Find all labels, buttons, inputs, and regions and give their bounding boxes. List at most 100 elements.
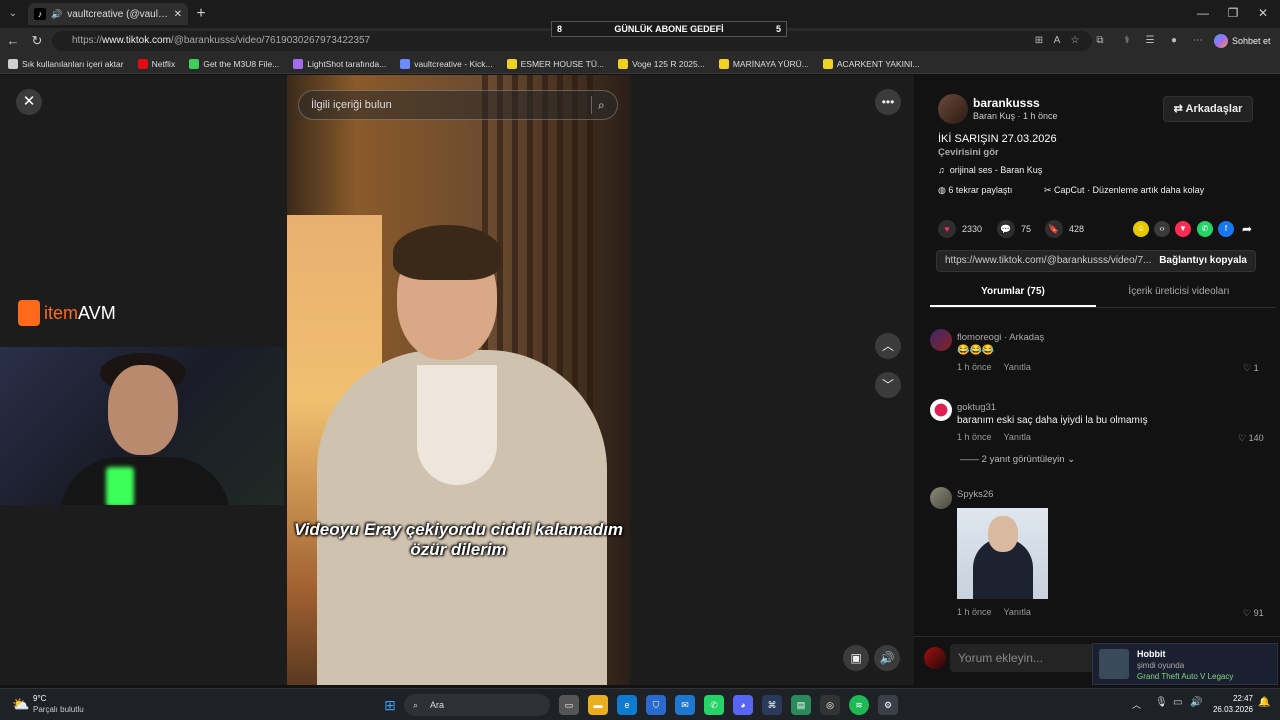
minimize-button[interactable]: — — [1188, 6, 1218, 20]
reply-button[interactable]: Yanıtla — [1004, 432, 1031, 442]
microphone-icon[interactable]: 🎙 — [1155, 697, 1168, 708]
share-arrow-icon[interactable]: ➦ — [1239, 221, 1255, 237]
tab-list-icon[interactable]: ⌄ — [5, 6, 21, 22]
comment-like-button[interactable]: ♡ 91 — [1243, 608, 1264, 619]
comment-author[interactable]: flomoreogi · Arkadaş — [957, 332, 1044, 343]
view-replies-link[interactable]: —— 2 yanıt görüntüleyin ⌄ — [960, 454, 1075, 465]
profile-avatar-icon[interactable]: ● — [1167, 34, 1181, 48]
speaker-tray-icon[interactable]: 🔊 — [1190, 697, 1202, 708]
previous-video-chevron-up-icon[interactable]: ︿ — [875, 333, 901, 359]
bookmark-item[interactable]: Sık kullanılanları içeri aktar — [8, 58, 124, 69]
app-icon-2[interactable]: ▤ — [791, 695, 811, 715]
bookmark-item[interactable]: Voge 125 R 2025... — [618, 58, 705, 69]
comment-like-button[interactable]: ♡ 140 — [1238, 433, 1264, 444]
whatsapp-taskbar-icon[interactable]: ✆ — [704, 695, 724, 715]
see-translation-link[interactable]: Çevirisini gör — [938, 147, 999, 158]
bookmark-favicon-icon — [137, 58, 148, 69]
notification-bell-icon[interactable]: 🔔 — [1258, 697, 1270, 708]
more-menu-icon[interactable]: ⋯ — [1191, 34, 1205, 48]
browser-essentials-icon[interactable]: ⚕ — [1120, 34, 1134, 48]
friends-button[interactable]: ⇄ Arkadaşlar — [1163, 96, 1253, 122]
bookmark-item[interactable]: MARİNAYA YÜRÜ... — [718, 58, 809, 69]
mail-icon[interactable]: ✉ — [675, 695, 695, 715]
network-icon[interactable]: ▭ — [1173, 697, 1182, 708]
comment-text: baranım eski saç daha iyiydi la bu olmam… — [957, 415, 1148, 426]
author-username[interactable]: barankusss — [973, 96, 1040, 110]
comment-author[interactable]: Spyks26 — [957, 489, 993, 500]
facebook-icon[interactable]: f — [1218, 221, 1234, 237]
tray-chevron-up-icon[interactable]: ︿ — [1132, 698, 1141, 711]
video-player[interactable]: Videoyu Eray çekiyordu ciddi kalamadım ö… — [287, 75, 630, 685]
comment-author[interactable]: goktug31 — [957, 402, 996, 413]
sound-link[interactable]: ♫ orijinal ses - Baran Kuş — [938, 165, 1042, 175]
save-button[interactable]: 🔖 428 — [1045, 220, 1084, 238]
share-kakao-icon[interactable]: ☺ — [1133, 221, 1149, 237]
bookmark-item[interactable]: ACARKENT YAKINI... — [822, 58, 920, 69]
next-video-chevron-down-icon[interactable]: ﹀ — [875, 372, 901, 398]
task-view-icon[interactable]: ▭ — [559, 695, 579, 715]
close-video-button[interactable]: ✕ — [16, 89, 42, 115]
like-button[interactable]: ♥ 2330 — [938, 220, 982, 238]
bookmark-icon: 🔖 — [1045, 220, 1063, 238]
app-install-icon[interactable]: ⊞ — [1032, 34, 1046, 48]
store-icon[interactable]: ⛉ — [646, 695, 666, 715]
related-content-search[interactable]: İlgili içeriği bulun ⌕ — [298, 90, 618, 120]
favorite-star-icon[interactable]: ☆ — [1068, 34, 1082, 48]
send-to-friends-icon[interactable]: ▼ — [1175, 221, 1191, 237]
copy-link-button[interactable]: Bağlantıyı kopyala — [1159, 251, 1247, 271]
reply-button[interactable]: Yanıtla — [1004, 362, 1031, 372]
bookmark-item[interactable]: vaultcreative - Kick... — [400, 58, 493, 69]
new-tab-button[interactable]: + — [192, 5, 210, 23]
reply-button[interactable]: Yanıtla — [1004, 607, 1031, 617]
miniplayer-icon[interactable]: ▣ — [843, 645, 869, 671]
refresh-icon[interactable]: ↻ — [28, 32, 46, 50]
comment-input[interactable]: Yorum ekleyin... — [950, 644, 1100, 672]
close-window-button[interactable]: ✕ — [1248, 6, 1278, 20]
comment-avatar[interactable] — [930, 329, 952, 351]
weather-cloud-icon[interactable]: ⛅ — [12, 696, 29, 713]
bookmark-item[interactable]: Netflix — [137, 58, 175, 69]
speaker-icon[interactable]: 🔊 — [51, 9, 62, 20]
whatsapp-icon[interactable]: ✆ — [1197, 221, 1213, 237]
discord-icon[interactable]: ◕ — [733, 695, 753, 715]
settings-gear-icon[interactable]: ⚙ — [878, 695, 898, 715]
close-tab-icon[interactable]: ✕ — [174, 9, 182, 20]
volume-icon[interactable]: 🔊 — [874, 645, 900, 671]
windows-taskbar: ⛅ 9°C Parçalı bulutlu ⊞ ⌕ Ara ▭ ▬ e ⛉ ✉ ✆… — [0, 688, 1280, 720]
tab-comments[interactable]: Yorumlar (75) — [930, 286, 1096, 297]
app-icon-3[interactable]: ◎ — [820, 695, 840, 715]
back-arrow-icon[interactable]: ← — [4, 32, 22, 50]
capcut-link[interactable]: ✂ CapCut · Düzenleme artık daha kolay — [1044, 185, 1204, 196]
comment-button[interactable]: 💬 75 — [997, 220, 1031, 238]
embed-code-icon[interactable]: ‹› — [1154, 221, 1170, 237]
comment-avatar[interactable] — [930, 487, 952, 509]
url-prefix: https:// — [72, 35, 103, 46]
author-avatar[interactable] — [938, 94, 968, 124]
translate-icon[interactable]: A — [1050, 34, 1064, 48]
search-icon[interactable]: ⌕ — [591, 96, 609, 114]
tab-creator-videos[interactable]: İçerik üreticisi videoları — [1096, 286, 1262, 297]
bookmarks-bar: Sık kullanılanları içeri aktar Netflix Get… — [0, 54, 1280, 74]
clock-date[interactable]: 26.03.2026 — [1203, 705, 1253, 714]
comment-like-button[interactable]: ♡ 1 — [1243, 363, 1259, 374]
bookmark-item[interactable]: LightShot tarafında... — [293, 58, 386, 69]
favorites-icon[interactable]: ☰ — [1143, 34, 1157, 48]
comment-avatar[interactable] — [930, 399, 952, 421]
bookmark-item[interactable]: ESMER HOUSE TÜ... — [506, 58, 604, 69]
more-options-icon[interactable]: ••• — [875, 89, 901, 115]
extensions-icon[interactable]: ⧉ — [1093, 34, 1107, 48]
browser-tab-active[interactable]: ♪ 🔊 vaultcreative (@vaultcreative) ✕ — [28, 3, 188, 25]
spotify-icon[interactable]: ≋ — [849, 695, 869, 715]
comment-image[interactable] — [957, 508, 1048, 599]
copilot-button[interactable]: Sohbet et — [1214, 31, 1271, 51]
clock-time[interactable]: 22:47 — [1213, 694, 1253, 703]
taskbar-search[interactable]: ⌕ Ara — [404, 694, 550, 716]
bookmark-item[interactable]: Get the M3U8 File... — [189, 58, 279, 69]
file-explorer-icon[interactable]: ▬ — [588, 695, 608, 715]
edge-icon[interactable]: e — [617, 695, 637, 715]
reposts-info[interactable]: ◍ 6 tekrar paylaştı — [938, 185, 1012, 196]
game-activity-toast[interactable]: Hobbit şimdi oyunda Grand Theft Auto V L… — [1092, 643, 1278, 685]
app-icon[interactable]: ⌘ — [762, 695, 782, 715]
maximize-button[interactable]: ❐ — [1218, 6, 1248, 20]
windows-start-icon[interactable]: ⊞ — [380, 695, 400, 715]
